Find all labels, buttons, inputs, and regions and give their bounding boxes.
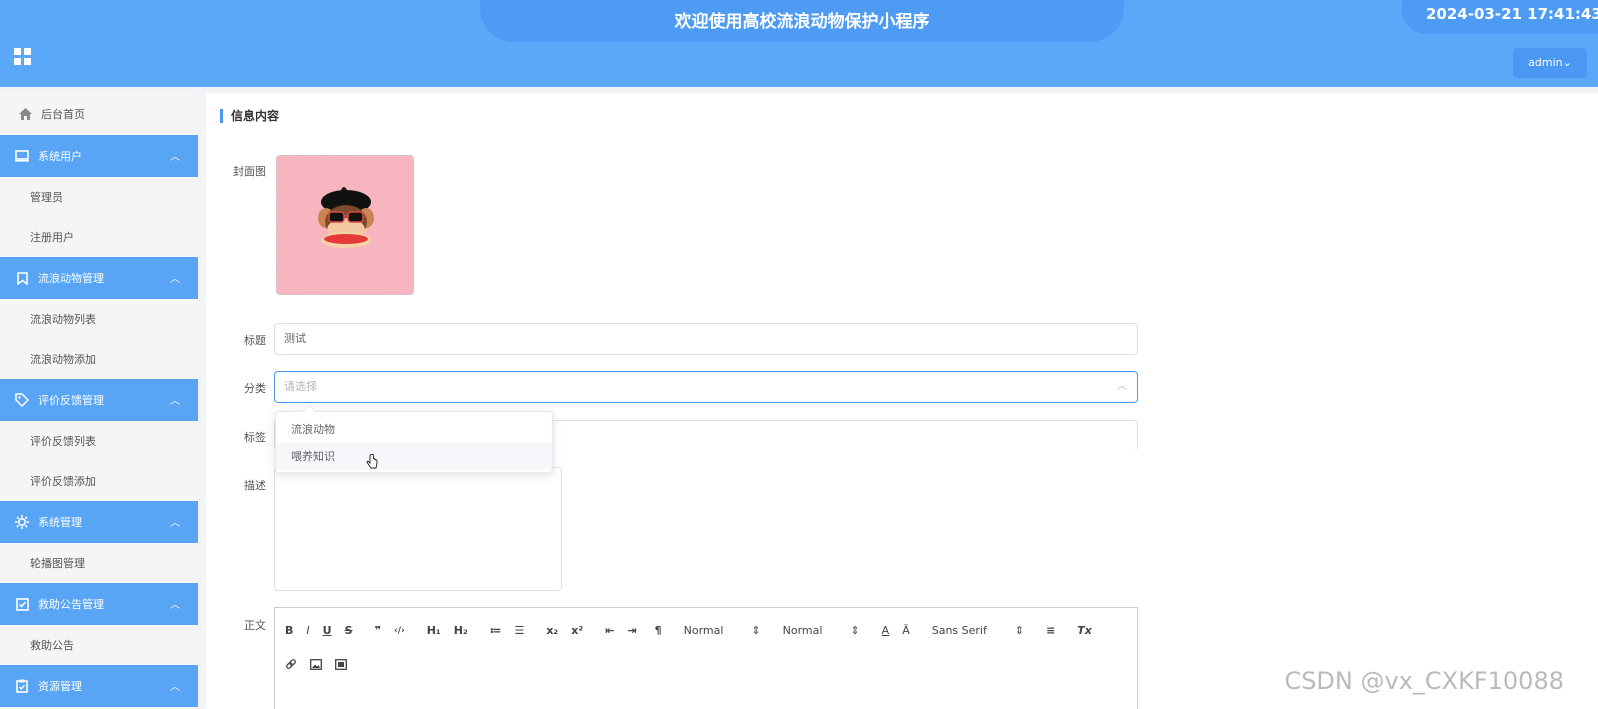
top-header: 欢迎使用高校流浪动物保护小程序 2024-03-21 17:41:43 admi… — [0, 0, 1598, 87]
link-icon[interactable] — [285, 658, 297, 673]
sidebar-group-resources[interactable]: 资源管理 ︿ — [0, 665, 198, 707]
size-select-value: Normal — [683, 624, 724, 637]
checkbox-icon — [15, 597, 29, 611]
category-placeholder: 请选择 — [284, 380, 317, 393]
font-family-select[interactable]: Sans Serif ⇕ — [932, 624, 1024, 637]
align-button[interactable]: ≡ — [1046, 624, 1055, 637]
chevron-up-icon: ︿ — [170, 600, 180, 611]
user-name: admin — [1528, 56, 1563, 69]
image-icon[interactable] — [310, 658, 322, 673]
italic-button[interactable]: I — [306, 624, 309, 637]
title-input[interactable]: 测试 — [274, 323, 1138, 355]
sidebar-item-animal-list[interactable]: 流浪动物列表 — [0, 299, 198, 339]
watermark-text: CSDN @vx_CXKF10088 — [1284, 667, 1564, 695]
sidebar-group-feedback[interactable]: 评价反馈管理 ︿ — [0, 379, 198, 421]
section-title: 信息内容 — [220, 109, 279, 123]
category-select[interactable]: 请选择 ︿ — [274, 371, 1138, 403]
app-title: 欢迎使用高校流浪动物保护小程序 — [480, 0, 1124, 42]
rich-text-editor[interactable]: B I U S ❞ ‹/› H₁ H₂ ≔ ☰ x₂ x² ⇤ ⇥ ¶ Norm… — [274, 607, 1138, 709]
bookmark-icon — [15, 271, 29, 285]
gear-icon — [15, 515, 29, 529]
title-label: 标题 — [244, 334, 266, 347]
sidebar-group-label: 系统管理 — [38, 516, 82, 529]
sidebar-group-label: 流浪动物管理 — [38, 272, 104, 285]
sidebar: 后台首页 系统用户 ︿ 管理员 注册用户 流浪动物管理 ︿ 流浪动物列表 流浪动… — [0, 93, 198, 709]
header-select[interactable]: Normal ⇕ — [783, 624, 860, 637]
description-textarea[interactable] — [274, 467, 562, 591]
strike-button[interactable]: S — [345, 624, 353, 637]
category-label: 分类 — [244, 382, 266, 395]
bold-button[interactable]: B — [285, 624, 293, 637]
chevron-up-icon: ︿ — [170, 152, 180, 163]
monkey-avatar-image — [318, 187, 374, 248]
chevron-up-icon: ︿ — [170, 682, 180, 693]
superscript-button[interactable]: x² — [571, 624, 583, 637]
sidebar-group-label: 评价反馈管理 — [38, 394, 104, 407]
clipboard-icon — [15, 679, 29, 693]
description-label: 描述 — [244, 479, 266, 492]
main-panel: 信息内容 封面图 标题 测试 分类 请选择 ︿ 标签 流浪动物 喂养知识 描述 — [206, 93, 1598, 709]
blockquote-button[interactable]: ❞ — [375, 624, 381, 637]
editor-toolbar-row-1: B I U S ❞ ‹/› H₁ H₂ ≔ ☰ x₂ x² ⇤ ⇥ ¶ Norm… — [285, 624, 1105, 637]
hand-cursor-icon — [366, 453, 378, 473]
chevron-up-icon: ︿ — [1117, 381, 1127, 392]
cover-label: 封面图 — [233, 165, 266, 178]
sidebar-item-label: 后台首页 — [41, 108, 85, 121]
chevron-up-icon: ︿ — [170, 518, 180, 529]
h1-button[interactable]: H₁ — [427, 624, 441, 637]
user-menu-button[interactable]: admin⌄ — [1513, 48, 1587, 78]
clear-format-button[interactable]: Tx — [1077, 624, 1092, 637]
sidebar-group-users[interactable]: 系统用户 ︿ — [0, 135, 198, 177]
category-dropdown: 流浪动物 喂养知识 — [275, 403, 553, 473]
sidebar-item-carousel[interactable]: 轮播图管理 — [0, 543, 198, 583]
sidebar-item-feedback-list[interactable]: 评价反馈列表 — [0, 421, 198, 461]
cover-image-upload[interactable] — [276, 155, 414, 295]
sidebar-group-label: 系统用户 — [38, 150, 82, 163]
editor-toolbar-row-2 — [285, 658, 360, 673]
chevron-up-icon: ︿ — [170, 274, 180, 285]
monitor-icon — [15, 149, 29, 163]
code-block-button[interactable]: ‹/› — [394, 626, 405, 636]
sidebar-item-admin[interactable]: 管理员 — [0, 177, 198, 217]
menu-grid-icon[interactable] — [14, 48, 31, 65]
body-label: 正文 — [244, 619, 266, 632]
sidebar-item-animal-add[interactable]: 流浪动物添加 — [0, 339, 198, 379]
tag-icon — [15, 393, 29, 407]
sidebar-group-label: 救助公告管理 — [38, 598, 104, 611]
background-color-button[interactable]: Ā — [902, 624, 910, 637]
home-icon — [18, 107, 32, 121]
updown-icon: ⇕ — [751, 624, 761, 637]
sidebar-item-feedback-add[interactable]: 评价反馈添加 — [0, 461, 198, 501]
chevron-up-icon: ︿ — [170, 396, 180, 407]
sidebar-item-notice[interactable]: 救助公告 — [0, 625, 198, 665]
sidebar-group-animals[interactable]: 流浪动物管理 ︿ — [0, 257, 198, 299]
h2-button[interactable]: H₂ — [454, 624, 468, 637]
font-color-button[interactable]: A — [882, 624, 890, 637]
size-select[interactable]: Normal ⇕ — [684, 624, 761, 637]
underline-button[interactable]: U — [323, 624, 332, 637]
sidebar-item-home[interactable]: 后台首页 — [0, 93, 198, 135]
updown-icon: ⇕ — [850, 624, 860, 637]
category-option[interactable]: 喂养知识 — [276, 443, 552, 470]
outdent-button[interactable]: ⇤ — [605, 624, 614, 637]
sidebar-group-notice[interactable]: 救助公告管理 ︿ — [0, 583, 198, 625]
indent-button[interactable]: ⇥ — [627, 624, 636, 637]
datetime-display: 2024-03-21 17:41:43 — [1402, 0, 1598, 34]
video-icon[interactable] — [335, 658, 347, 673]
chevron-down-icon: ⌄ — [1562, 56, 1572, 69]
text-direction-button[interactable]: ¶ — [655, 624, 662, 637]
ordered-list-button[interactable]: ≔ — [490, 624, 502, 637]
sidebar-group-label: 资源管理 — [38, 680, 82, 693]
sidebar-group-system[interactable]: 系统管理 ︿ — [0, 501, 198, 543]
category-option[interactable]: 流浪动物 — [276, 416, 552, 443]
sidebar-item-registered-users[interactable]: 注册用户 — [0, 217, 198, 257]
tags-label: 标签 — [244, 431, 266, 444]
updown-icon: ⇕ — [1014, 624, 1025, 637]
subscript-button[interactable]: x₂ — [546, 624, 558, 637]
header-select-value: Normal — [782, 624, 823, 637]
font-select-value: Sans Serif — [931, 624, 987, 637]
bullet-list-button[interactable]: ☰ — [514, 624, 524, 637]
